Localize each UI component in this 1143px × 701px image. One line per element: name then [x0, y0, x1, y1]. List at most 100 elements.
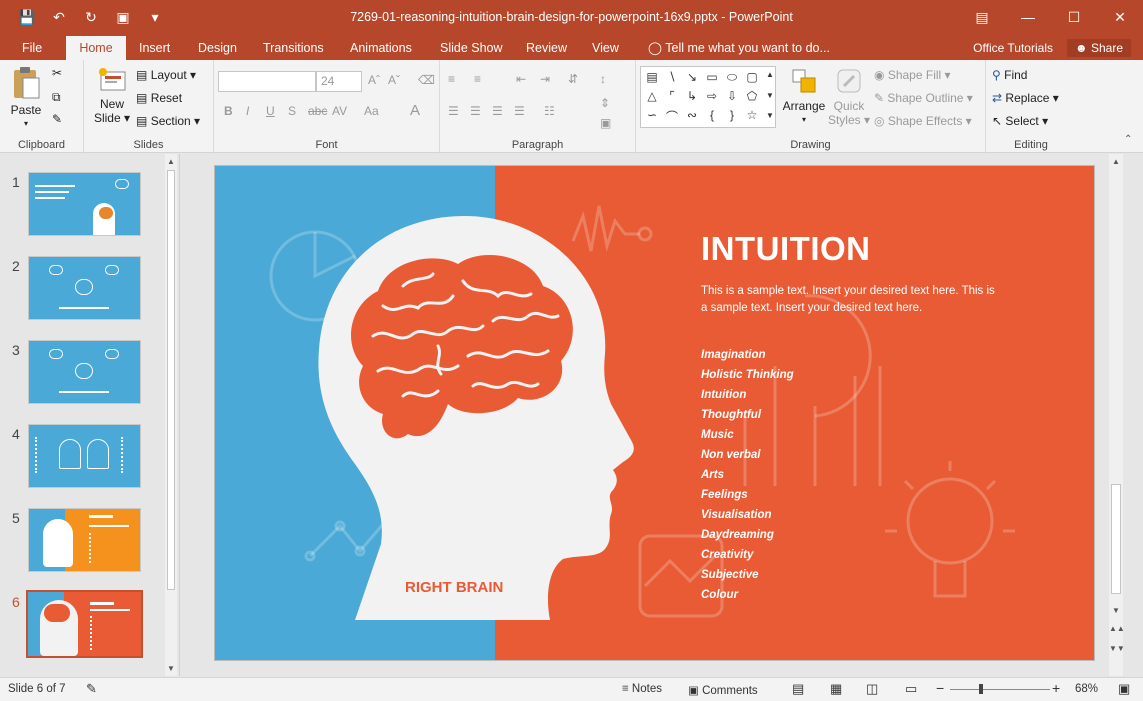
thumbnail-slide-3[interactable]: 3: [0, 340, 165, 410]
scroll-down-arrow-icon[interactable]: ▼: [1109, 606, 1123, 615]
slide-heading[interactable]: INTUITION: [701, 230, 870, 268]
slide-canvas[interactable]: RIGHT BRAIN INTUITION This is a sample t…: [214, 165, 1095, 661]
quick-styles-button[interactable]: Quick Styles ▾: [826, 66, 872, 127]
arrange-button[interactable]: Arrange ▾: [780, 66, 828, 127]
office-tutorials-account[interactable]: Office Tutorials: [973, 41, 1053, 55]
slideshow-icon[interactable]: ▭: [905, 681, 917, 697]
find-button[interactable]: ⚲ Find: [992, 68, 1027, 82]
new-slide-button[interactable]: New Slide ▾: [92, 66, 132, 125]
align-text-icon[interactable]: ⇕: [600, 96, 610, 110]
underline-icon[interactable]: U: [266, 104, 275, 118]
zoom-slider-thumb[interactable]: [979, 684, 983, 694]
shape-effects-button[interactable]: ◎ Shape Effects ▾: [874, 114, 972, 128]
zoom-out-icon[interactable]: −: [936, 680, 944, 696]
align-right-icon[interactable]: ☰: [492, 104, 503, 118]
tab-slide-show[interactable]: Slide Show: [432, 36, 511, 60]
numbering-icon[interactable]: ≡: [474, 72, 481, 86]
fit-to-window-icon[interactable]: ▣: [1118, 681, 1130, 697]
normal-view-icon[interactable]: ▤: [792, 681, 804, 697]
zoom-in-icon[interactable]: +: [1052, 680, 1060, 696]
columns-icon[interactable]: ☷: [544, 104, 555, 118]
right-arrow-shape-icon[interactable]: ⇨: [703, 89, 721, 103]
share-button[interactable]: ☻ Share: [1066, 39, 1131, 57]
curve-shape-icon[interactable]: ⌒: [663, 108, 681, 125]
slide-body-text[interactable]: This is a sample text. Insert your desir…: [701, 283, 1001, 317]
thumbnail-scrollbar[interactable]: ▲ ▼: [165, 154, 177, 676]
collapse-ribbon-icon[interactable]: ⌃: [1124, 134, 1132, 145]
close-button[interactable]: ✕: [1097, 0, 1143, 34]
scroll-up-arrow-icon[interactable]: ▲: [1109, 157, 1123, 166]
char-spacing-icon[interactable]: AV: [332, 104, 347, 118]
reset-button[interactable]: ▤ Reset: [136, 91, 182, 105]
italic-icon[interactable]: I: [246, 104, 249, 118]
rectangle-shape-icon[interactable]: ▭: [703, 70, 721, 84]
shape-fill-button[interactable]: ◉ Shape Fill ▾: [874, 68, 951, 82]
minimize-button[interactable]: —: [1005, 0, 1051, 34]
thumbnail-slide-1[interactable]: 1: [0, 172, 165, 242]
tab-animations[interactable]: Animations: [342, 36, 420, 60]
thumbnail-slide-2[interactable]: 2: [0, 256, 165, 326]
notes-button[interactable]: ≡ Notes: [622, 683, 662, 695]
shrink-font-icon[interactable]: Aˇ: [388, 73, 400, 87]
arc-shape-icon[interactable]: ∾: [683, 108, 701, 122]
cut-icon[interactable]: ✂: [52, 66, 62, 80]
reading-view-icon[interactable]: ◫: [866, 681, 878, 697]
align-center-icon[interactable]: ☰: [470, 104, 481, 118]
tab-view[interactable]: View: [584, 36, 627, 60]
thumbnail-slide-5[interactable]: 5: [0, 508, 165, 578]
oval-shape-icon[interactable]: ⬭: [723, 70, 741, 85]
font-color-icon[interactable]: A: [410, 102, 420, 119]
spell-check-icon[interactable]: ✎: [86, 681, 97, 697]
textbox-shape-icon[interactable]: ▤: [643, 70, 661, 84]
connector-shape-icon[interactable]: ⌜: [663, 89, 681, 103]
thumbnail-slide-4[interactable]: 4: [0, 424, 165, 494]
right-brace-shape-icon[interactable]: }: [723, 108, 741, 122]
maximize-button[interactable]: ☐: [1051, 0, 1097, 34]
next-slide-icon[interactable]: ▼▼: [1109, 644, 1125, 653]
tab-review[interactable]: Review: [518, 36, 575, 60]
increase-indent-icon[interactable]: ⇥: [540, 72, 550, 86]
freeform-shape-icon[interactable]: ∽: [643, 108, 661, 122]
tab-file[interactable]: File: [14, 36, 50, 60]
comments-button[interactable]: ▣ Comments: [688, 683, 758, 697]
tab-transitions[interactable]: Transitions: [255, 36, 332, 60]
ribbon-display-icon[interactable]: ▤: [959, 0, 1005, 34]
layout-button[interactable]: ▤ Layout ▾: [136, 68, 196, 82]
decrease-indent-icon[interactable]: ⇤: [516, 72, 526, 86]
previous-slide-icon[interactable]: ▲▲: [1109, 624, 1125, 633]
line-spacing-icon[interactable]: ⇵: [568, 72, 578, 86]
triangle-shape-icon[interactable]: △: [643, 89, 661, 103]
section-button[interactable]: ▤ Section ▾: [136, 114, 200, 128]
more-shapes-icon[interactable]: ▼: [761, 111, 779, 120]
arrow-line-shape-icon[interactable]: ↘: [683, 70, 701, 84]
editor-scroll-thumb[interactable]: [1111, 484, 1121, 594]
font-name-field[interactable]: [218, 71, 316, 92]
grow-font-icon[interactable]: Aˆ: [368, 73, 380, 87]
bold-icon[interactable]: B: [224, 104, 233, 118]
zoom-level[interactable]: 68%: [1075, 683, 1098, 695]
clear-formatting-icon[interactable]: ⌫: [418, 73, 435, 87]
left-brace-shape-icon[interactable]: {: [703, 108, 721, 122]
bullets-icon[interactable]: ≡: [448, 72, 455, 86]
slide-sorter-icon[interactable]: ▦: [830, 681, 842, 697]
down-arrow-shape-icon[interactable]: ⇩: [723, 89, 741, 103]
editor-scrollbar[interactable]: ▲ ▼ ▲▲ ▼▼: [1109, 154, 1125, 676]
font-size-field[interactable]: 24: [316, 71, 362, 92]
rounded-rect-shape-icon[interactable]: ▢: [743, 70, 761, 84]
change-case-icon[interactable]: Aa: [364, 104, 379, 118]
smartart-icon[interactable]: ▣: [600, 116, 611, 130]
select-button[interactable]: ↖ Select ▾: [992, 114, 1048, 128]
paste-button[interactable]: Paste ▾: [8, 66, 44, 131]
elbow-connector-shape-icon[interactable]: ↳: [683, 89, 701, 103]
scroll-up-icon[interactable]: ▲: [761, 70, 779, 79]
copy-icon[interactable]: ⧉: [52, 90, 61, 105]
justify-icon[interactable]: ☰: [514, 104, 525, 118]
line-shape-icon[interactable]: ∖: [663, 70, 681, 84]
replace-button[interactable]: ⇄ Replace ▾: [992, 91, 1059, 105]
text-direction-icon[interactable]: ↕: [600, 72, 606, 86]
zoom-slider[interactable]: [950, 689, 1050, 690]
pentagon-shape-icon[interactable]: ⬠: [743, 89, 761, 103]
strikethrough-icon[interactable]: abc: [308, 104, 327, 118]
tab-design[interactable]: Design: [190, 36, 245, 60]
shape-outline-button[interactable]: ✎ Shape Outline ▾: [874, 91, 973, 105]
